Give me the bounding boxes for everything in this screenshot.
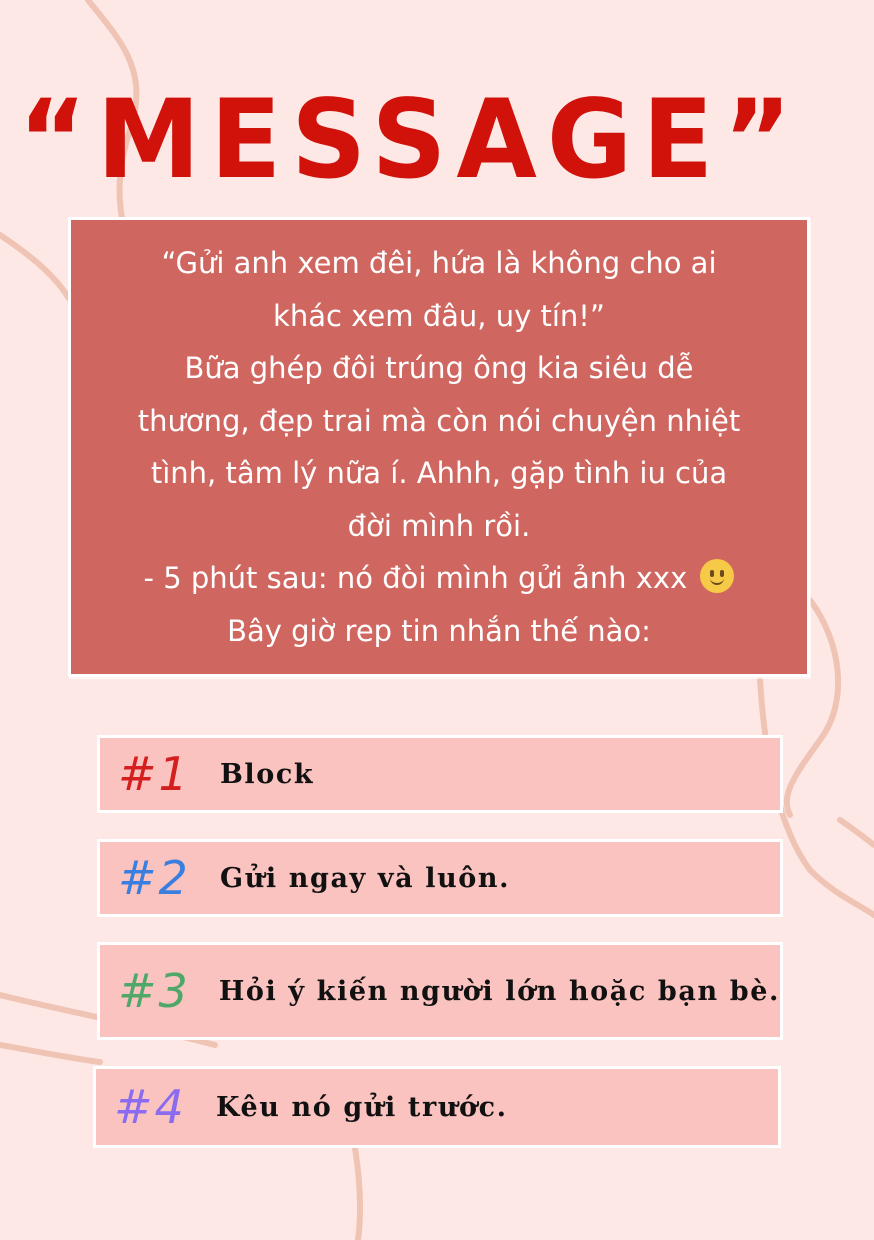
message-line: khác xem đâu, uy tín!” [273,298,605,333]
message-line: Bây giờ rep tin nhắn thế nào: [227,613,651,648]
message-line: tình, tâm lý nữa í. Ahhh, gặp tình iu củ… [150,456,728,490]
option-number: #3 [118,964,190,1018]
message-line-with-emoji: - 5 phút sau: nó đòi mình gửi ảnh xxx [144,552,735,605]
page-title: “MESSAGE” [18,74,802,204]
option-label: Gửi ngay và luôn. [220,862,511,894]
option-number: #4 [114,1080,186,1134]
message-line: đời mình rồi. [347,508,531,543]
option-label: Kêu nó gửi trước. [216,1091,508,1123]
message-line: thương, đẹp trai mà còn nói chuyện nhiệt [137,403,741,438]
option-number: #2 [118,851,190,905]
option-label: Block [220,758,315,790]
option-4: #4 Kêu nó gửi trước. [93,1066,781,1148]
option-2: #2 Gửi ngay và luôn. [97,839,783,917]
option-number: #1 [118,747,190,801]
message-line: Bữa ghép đôi trúng ông kia siêu dễ [184,351,694,385]
option-3: #3 Hỏi ý kiến người lớn hoặc bạn bè. [97,942,783,1040]
message-line: “Gửi anh xem đêi, hứa là không cho ai [161,246,717,280]
message-box: “Gửi anh xem đêi, hứa là không cho ai kh… [68,217,810,677]
option-1: #1 Block [97,735,783,813]
smiling-face-icon [700,559,735,593]
message-line-text: - 5 phút sau: nó đòi mình gửi ảnh xxx [143,561,688,595]
option-label: Hỏi ý kiến người lớn hoặc bạn bè. [218,975,780,1007]
